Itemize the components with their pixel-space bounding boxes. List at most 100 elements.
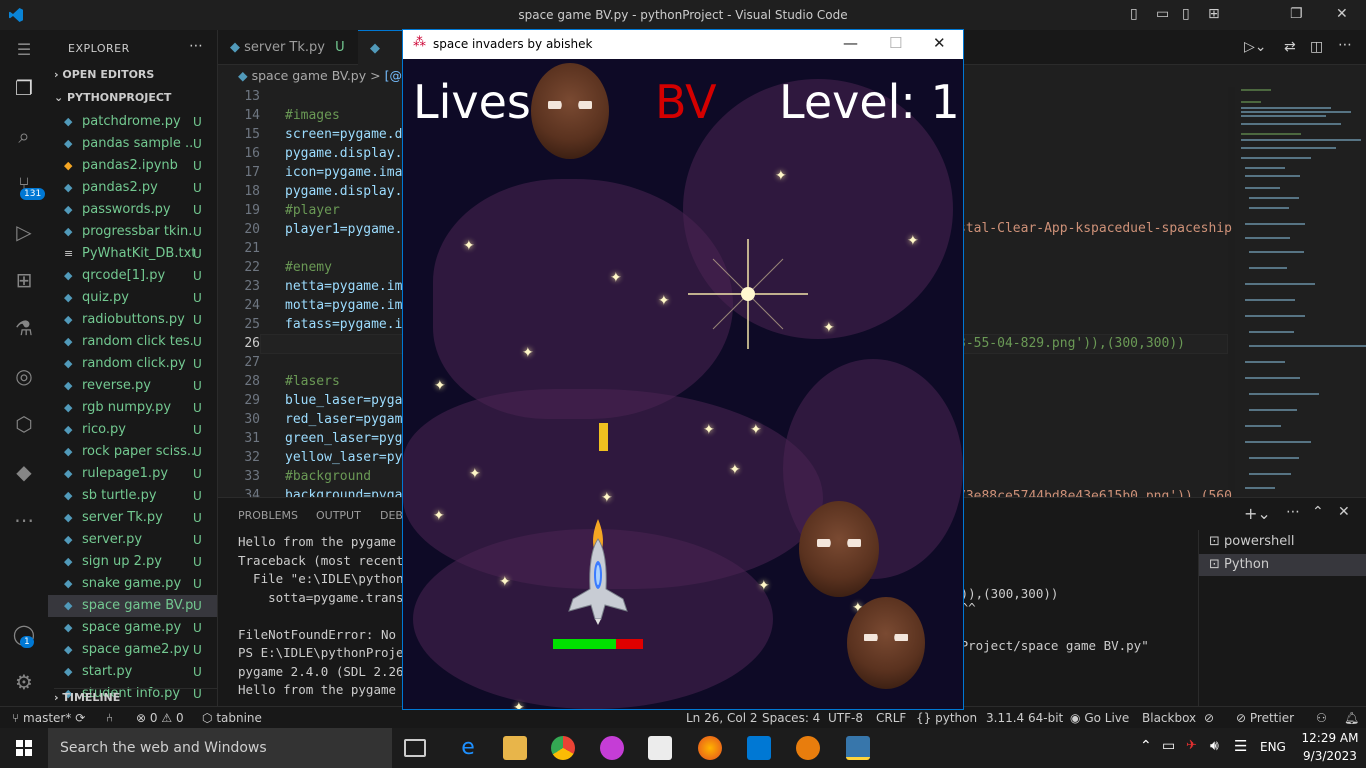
testing-icon[interactable]: ⚗ [12,316,36,340]
file-item[interactable]: ◆ patchdrome.py U [48,111,217,133]
game-canvas[interactable]: ✦ ✦ ✦ ✦ ✦ ✦ ✦ ✦ ✦ ✦ ✦ ✦ ✦ ✦ ✦ ✦ ✦ ✦ Lives BV Level: 1 [403,59,963,709]
source-control-graph-icon[interactable]: ⑃ [106,711,113,725]
maximize-button[interactable]: ☐ [889,34,902,52]
tab-server-tk[interactable]: ◆ server Tk.py U [218,30,358,65]
settings-gear-icon[interactable]: ⚙ [12,670,36,694]
file-item[interactable]: ◆ rgb numpy.py U [48,397,217,419]
file-item[interactable]: ◆ server Tk.py U [48,507,217,529]
explorer-icon[interactable]: ❐ [12,76,36,100]
python-icon[interactable]: ◆ [12,460,36,484]
accounts-status-icon[interactable]: ⚇ [1316,711,1327,725]
terminal-item-powershell[interactable]: ⊡ powershell [1209,534,1294,549]
problems-indicator[interactable]: ⊗ 0 ⚠ 0 [136,711,184,725]
restore-window-button[interactable]: ❐ [1290,6,1303,22]
input-language[interactable]: ENG [1260,740,1286,754]
file-item[interactable]: ◆ random click.py U [48,353,217,375]
more-actions-icon[interactable]: ⋯ [189,38,203,54]
remote-explorer-icon[interactable]: ◎ [12,364,36,388]
game-close-button[interactable]: ✕ [933,34,946,52]
tab-output[interactable]: OUTPUT [316,509,361,522]
show-hidden-icons[interactable]: ⌃ [1140,738,1152,754]
taskbar-search[interactable]: Search the web and Windows [48,728,392,768]
toggle-sidebar-icon[interactable]: ▯ [1130,6,1138,22]
task-view-icon[interactable] [404,739,426,757]
python-interpreter[interactable]: 3.11.4 64-bit [986,711,1063,725]
copilot-icon[interactable]: ⊘ [1204,711,1214,725]
timeline-section[interactable]: › TIMELINE [54,688,218,704]
file-item[interactable]: ◆ qrcode[1].py U [48,265,217,287]
file-item[interactable]: ◆ space game.py U [48,617,217,639]
close-panel-icon[interactable]: ✕ [1338,504,1350,520]
open-editors-section[interactable]: › OPEN EDITORS [54,68,154,81]
tab-problems[interactable]: PROBLEMS [238,509,298,522]
file-item[interactable]: ◆ space game BV.py U [48,595,217,617]
file-item[interactable]: ◆ start.py U [48,661,217,683]
file-item[interactable]: ◆ rulepage1.py U [48,463,217,485]
toggle-panel-icon[interactable]: ▭ [1156,6,1169,22]
file-item[interactable]: ◆ snake game.py U [48,573,217,595]
customize-layout-icon[interactable]: ⊞ [1208,6,1220,22]
file-item[interactable]: ◆ pandas sample ... U [48,133,217,155]
run-debug-icon[interactable]: ▷ [12,220,36,244]
file-item[interactable]: ◆ sb turtle.py U [48,485,217,507]
file-item[interactable]: ◆ space game2.py U [48,639,217,661]
clock-date[interactable]: 9/3/2023 [1298,749,1362,763]
file-item[interactable]: ◆ server.py U [48,529,217,551]
search-icon[interactable]: ⌕ [12,124,36,148]
file-item[interactable]: ◆ quiz.py U [48,287,217,309]
language-mode[interactable]: {} python [916,711,977,725]
close-window-button[interactable]: ✕ [1336,6,1348,22]
go-live-button[interactable]: ◉ Go Live [1070,711,1129,725]
breadcrumb-file[interactable]: space game BV.py [252,68,367,83]
file-item[interactable]: ◆ passwords.py U [48,199,217,221]
maximize-panel-icon[interactable]: ⌃ [1312,504,1324,520]
minimap[interactable] [1235,87,1366,497]
prettier-button[interactable]: ⊘ Prettier [1236,711,1294,725]
extensions-icon[interactable]: ⊞ [12,268,36,292]
windows-start-icon[interactable] [16,740,32,756]
file-item[interactable]: ◆ reverse.py U [48,375,217,397]
file-item[interactable]: ◆ rock paper sciss... U [48,441,217,463]
branch-indicator[interactable]: ⑂ master* ⟳ [12,711,85,725]
file-item[interactable]: ◆ progressbar tkin... U [48,221,217,243]
open-changes-icon[interactable]: ⇄ [1284,39,1296,55]
vscode-taskbar-icon[interactable] [747,736,771,760]
panel-more-icon[interactable]: ⋯ [1286,504,1300,520]
firefox-icon[interactable] [698,736,722,760]
store-icon[interactable] [648,736,672,760]
battery-icon[interactable]: ▭ [1162,738,1175,754]
file-item[interactable]: ◆ random click tes... U [48,331,217,353]
file-explorer-icon[interactable] [503,736,527,760]
tabnine-indicator[interactable]: ⬡ tabnine [202,711,262,725]
more-icon[interactable]: ⋯ [12,508,36,532]
file-item[interactable]: ◆ pandas2.py U [48,177,217,199]
split-editor-icon[interactable]: ◫ [1310,39,1323,55]
toggle-secondary-sidebar-icon[interactable]: ▯ [1182,6,1190,22]
new-terminal-icon[interactable]: +⌄ [1244,504,1271,523]
blackbox-button[interactable]: Blackbox [1142,711,1196,725]
file-item[interactable]: ◆ radiobuttons.py U [48,309,217,331]
network-icon[interactable]: ✈ [1186,738,1197,753]
file-item[interactable]: ◆ pandas2.ipynb U [48,155,217,177]
blender-icon[interactable] [796,736,820,760]
minimize-button[interactable]: — [843,34,858,52]
vivaldi-icon[interactable] [600,736,624,760]
terminal-item-python[interactable]: ⊡ Python [1199,554,1366,576]
docker-icon[interactable]: ⬡ [12,412,36,436]
indentation[interactable]: Spaces: 4 [762,711,820,725]
encoding[interactable]: UTF-8 [828,711,863,725]
chrome-icon[interactable] [551,736,575,760]
clock-time[interactable]: 12:29 AM [1298,731,1362,745]
line-ending[interactable]: CRLF [876,711,906,725]
notifications-icon[interactable]: 🔔︎ [1344,711,1359,725]
file-item[interactable]: ◆ rico.py U [48,419,217,441]
file-item[interactable]: ◆ sign up 2.py U [48,551,217,573]
action-center-icon[interactable]: ☰ [1234,737,1247,755]
tab-space-game-bv[interactable]: ◆ sp [358,30,402,91]
edge-icon[interactable]: e [456,736,480,760]
volume-icon[interactable]: 🔊︎ [1210,738,1219,754]
cursor-position[interactable]: Ln 26, Col 2 [686,711,758,725]
python-taskbar-icon[interactable] [846,736,870,760]
editor-more-icon[interactable]: ⋯ [1338,37,1352,53]
menu-icon[interactable]: ☰ [12,38,36,62]
